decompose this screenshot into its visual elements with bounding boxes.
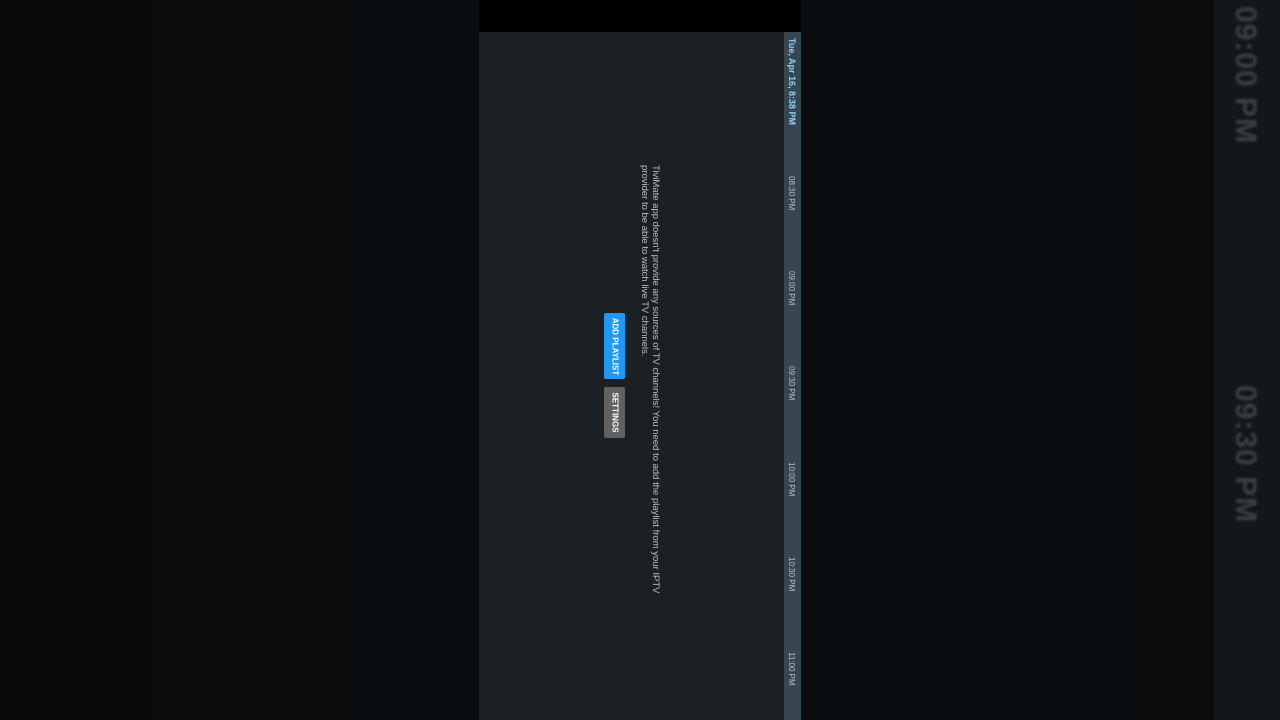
add-playlist-button[interactable]: ADD PLAYLIST bbox=[604, 313, 625, 379]
timeline-slot: 09:00 PM bbox=[787, 271, 796, 306]
status-bar bbox=[479, 0, 801, 32]
settings-label: SETTINGS bbox=[610, 392, 620, 433]
blurred-time-label: 09:30 PM bbox=[1229, 385, 1262, 524]
video-frame: 09:00 PM 09:30 PM Tue, Apr 16, 8:38 PM 0… bbox=[0, 0, 1280, 720]
timeline-slot: 11:00 PM bbox=[787, 652, 796, 686]
blurred-time-label: 09:00 PM bbox=[1229, 6, 1262, 145]
empty-state-message: TiviMate app doesn't provide any sources… bbox=[639, 165, 661, 594]
timeline-slot: 08:30 PM bbox=[787, 176, 796, 211]
timeline-slot: 10:00 PM bbox=[787, 462, 796, 497]
timeline-slot: 09:30 PM bbox=[787, 366, 796, 401]
timeline-slot: 10:30 PM bbox=[787, 557, 796, 592]
current-date-time: Tue, Apr 16, 8:38 PM bbox=[787, 38, 797, 126]
app-screen: Tue, Apr 16, 8:38 PM 08:30 PM 09:00 PM 0… bbox=[479, 0, 801, 720]
settings-button[interactable]: SETTINGS bbox=[604, 387, 625, 438]
add-playlist-label: ADD PLAYLIST bbox=[610, 317, 619, 375]
